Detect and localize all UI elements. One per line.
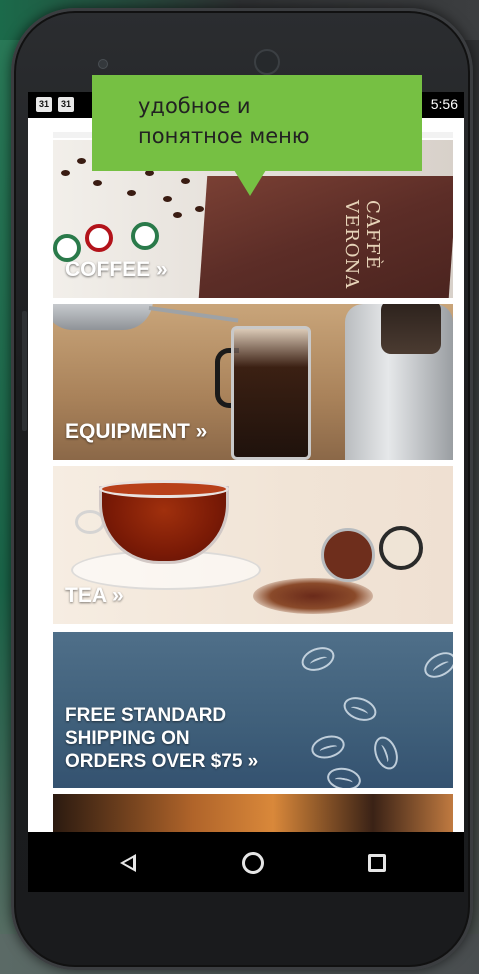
kettle-spout (148, 306, 239, 323)
menu-list: CAFFÈ VERONA COFFEE » EQUIPMENT » TEA » … (53, 132, 453, 834)
phone-sensor (98, 59, 108, 69)
callout-line-1: удобное и (138, 94, 251, 118)
grinder-hopper (381, 304, 441, 354)
coffee-pod-image (131, 222, 159, 250)
tea-cup-rim (99, 480, 229, 498)
tea-leaves-image (253, 578, 373, 614)
shipping-promo-text: FREE STANDARD SHIPPING ON ORDERS OVER $7… (65, 704, 258, 773)
french-press-image (231, 326, 311, 460)
coffee-bean (61, 170, 70, 176)
calendar-icon: 31 (58, 97, 74, 112)
chalk-bean-drawing (325, 765, 363, 788)
coffee-bean (163, 196, 172, 202)
coffee-bean (77, 158, 86, 164)
annotation-callout: удобное и понятное меню (92, 75, 422, 171)
coffee-bean (127, 190, 136, 196)
chalk-bean-drawing (419, 646, 453, 684)
promo-free-shipping[interactable]: FREE STANDARD SHIPPING ON ORDERS OVER $7… (53, 632, 453, 788)
chalk-bean-drawing (298, 642, 338, 676)
callout-pointer (234, 170, 266, 196)
tea-infuser-image (321, 528, 375, 582)
home-icon[interactable] (242, 852, 264, 874)
menu-item-equipment[interactable]: EQUIPMENT » (53, 304, 453, 460)
coffee-bean (93, 180, 102, 186)
menu-item-partial[interactable] (53, 794, 453, 834)
coffee-label: COFFEE » (65, 258, 168, 281)
chalk-bean-drawing (340, 692, 380, 726)
calendar-icon: 31 (36, 97, 52, 112)
shipping-line-3: ORDERS OVER $75 » (65, 751, 259, 772)
callout-line-2: понятное меню (138, 124, 310, 148)
chalk-bean-drawing (369, 733, 403, 773)
phone-screen: 31 31 5:56 CAFFÈ VERONA COFFEE » EQUIPME… (28, 92, 464, 892)
coffee-pod-image (85, 224, 113, 252)
coffee-bean (181, 178, 190, 184)
equipment-label: EQUIPMENT » (65, 420, 208, 443)
kettle-image (53, 304, 153, 330)
menu-item-tea[interactable]: TEA » (53, 466, 453, 624)
clock: 5:56 (430, 96, 458, 112)
chalk-bean-drawing (308, 731, 348, 763)
coffee-bean (195, 206, 204, 212)
shipping-line-2: SHIPPING ON (65, 728, 190, 749)
shipping-line-1: FREE STANDARD (65, 705, 227, 726)
side-button (22, 311, 27, 431)
back-icon[interactable] (120, 854, 136, 872)
tea-label: TEA » (65, 584, 124, 607)
front-camera (254, 49, 280, 75)
coffee-bean (173, 212, 182, 218)
recents-icon[interactable] (368, 854, 386, 872)
tea-infuser-lid (379, 526, 423, 570)
coffee-bag-label: CAFFÈ VERONA (341, 200, 383, 290)
navigation-bar (28, 832, 464, 892)
